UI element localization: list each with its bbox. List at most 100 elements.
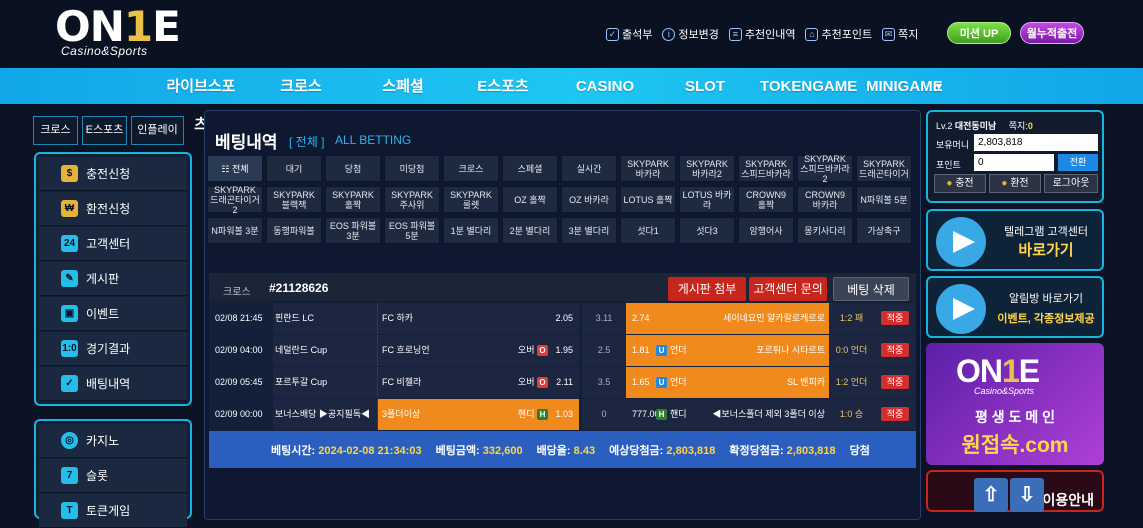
bet-filter-tab[interactable]: 대기: [266, 155, 322, 182]
message-link[interactable]: ✉ 쪽지: [882, 26, 918, 42]
domain-ad-banner[interactable]: ON1E Casino&Sports 평 생 도 메 인 원접속.com: [926, 343, 1104, 465]
left-tab-esports[interactable]: E스포츠: [82, 116, 127, 145]
user-panel: Lv.2 대전동미남 쪽지:0 보유머니 포인트 전환 ● 충전 ● 환전 로그…: [926, 110, 1104, 203]
support-inquiry-button[interactable]: 고객센터 문의: [749, 277, 827, 301]
convert-button[interactable]: 전환: [1058, 154, 1098, 171]
filter-all-label[interactable]: [ 전체 ]: [289, 133, 324, 150]
home-team: FC 하카: [382, 313, 414, 323]
bet-filter-tab[interactable]: 섯다3: [679, 217, 735, 244]
home-market: 오버 O: [518, 335, 551, 366]
attendance-link[interactable]: ✓ 출석부: [606, 26, 652, 42]
monthly-attendance-button[interactable]: 월누적출전: [1020, 22, 1084, 44]
match-score: 1:2 언더: [829, 367, 874, 398]
nav-minigame[interactable]: MINIGAME: [866, 68, 943, 104]
attendance-label: 출석부: [622, 29, 653, 41]
menu-bet-history-label: 배팅내역: [86, 377, 131, 391]
telegram-support-banner[interactable]: 텔레그램 고객센터 바로가기: [926, 209, 1104, 271]
bet-filter-tab[interactable]: SKYPARK 드래곤타이거: [856, 155, 912, 182]
bet-filter-tab[interactable]: EOS 파워볼 5분: [384, 217, 440, 244]
menu-bet-history[interactable]: ✓ 배팅내역: [39, 367, 187, 401]
bet-filter-tab[interactable]: N파워볼 3분: [207, 217, 263, 244]
bet-filter-tab[interactable]: CROWN9 홀짝: [738, 186, 794, 213]
all-betting-label: ALL BETTING: [335, 133, 412, 147]
bet-filter-tab[interactable]: SKYPARK 스피드바카라2: [797, 154, 853, 184]
support-icon: 24: [61, 235, 78, 252]
nav-live-sports[interactable]: 라이브스포츠: [160, 68, 242, 133]
mission-up-button[interactable]: 미션 UP: [947, 22, 1011, 44]
bet-filter-tab[interactable]: 동행파워볼: [266, 217, 322, 244]
bet-filter-tab[interactable]: 암행어사: [738, 217, 794, 244]
bet-filter-tab[interactable]: 스페셜: [502, 155, 558, 182]
league-name: 포르투갈 Cup: [273, 367, 377, 398]
bet-filter-tab[interactable]: SKYPARK 룰렛: [443, 186, 499, 213]
bet-filter-tab[interactable]: ☷ 전체: [207, 155, 263, 182]
bet-filter-tab[interactable]: 섯다1: [620, 217, 676, 244]
bet-filter-tab[interactable]: N파워볼 5분: [856, 186, 912, 213]
user-msg-count[interactable]: 0: [1028, 121, 1033, 131]
exchange-button[interactable]: ● 환전: [989, 174, 1041, 193]
bet-filter-tab[interactable]: SKYPARK 드래곤타이거2: [207, 185, 263, 215]
delete-bet-button[interactable]: 베팅 삭제: [833, 277, 909, 301]
away-market: U 언더: [656, 367, 687, 398]
bet-filter-tab[interactable]: 미당첨: [384, 155, 440, 182]
nav-special[interactable]: 스페셜: [372, 68, 434, 104]
chevron-down-icon[interactable]: ▼: [932, 68, 946, 104]
menu-support[interactable]: 24 고객센터: [39, 227, 187, 261]
menu-slot[interactable]: 7 슬롯: [39, 459, 187, 493]
bet-filter-tab[interactable]: SKYPARK 바카라: [620, 155, 676, 182]
bet-filter-tab[interactable]: EOS 파워볼 3분: [325, 217, 381, 244]
bet-filter-tab[interactable]: 당첨: [325, 155, 381, 182]
bet-filter-tab[interactable]: SKYPARK 주사위: [384, 186, 440, 213]
status-badge: 적중: [881, 311, 909, 325]
logout-button[interactable]: 로그아웃: [1044, 174, 1098, 193]
money-field: [974, 134, 1098, 151]
bet-filter-tab[interactable]: OZ 바카라: [561, 186, 617, 213]
bet-filter-tab[interactable]: LOTUS 홀짝: [620, 186, 676, 213]
scoreboard-icon: 1:0: [61, 340, 78, 357]
nav-casino[interactable]: CASINO: [572, 68, 638, 104]
menu-board[interactable]: ✎ 게시판: [39, 262, 187, 296]
bet-filter-tab[interactable]: SKYPARK 스피드바카라: [738, 155, 794, 182]
menu-token[interactable]: T 토큰게임: [39, 494, 187, 528]
attach-board-button[interactable]: 게시판 첨부: [668, 277, 746, 301]
nav-esports[interactable]: E스포츠: [470, 68, 536, 104]
bet-filter-tab[interactable]: SKYPARK 홀짝: [325, 186, 381, 213]
bet-filter-tab[interactable]: SKYPARK 바카라2: [679, 155, 735, 182]
telegram-notice-banner[interactable]: 알림방 바로가기 이벤트, 각종정보제공: [926, 276, 1104, 338]
bet-filter-tab[interactable]: 실시간: [561, 155, 617, 182]
nav-slot[interactable]: SLOT: [680, 68, 730, 104]
menu-results[interactable]: 1:0 경기결과: [39, 332, 187, 366]
bet-filter-tab[interactable]: 몽키사다리: [797, 217, 853, 244]
match-score: 1:2 패: [829, 303, 874, 334]
left-tab-cross[interactable]: 크로스: [33, 116, 78, 145]
scroll-down-icon[interactable]: ⇩: [1010, 478, 1044, 512]
left-tabs: 크로스 E스포츠 인플레이: [33, 116, 184, 145]
away-pick: 1.81 U 언더 포르튀나 시타르트: [626, 335, 829, 366]
bet-filter-tab[interactable]: LOTUS 바카라: [679, 186, 735, 213]
bet-filter-tab[interactable]: 3분 별다리: [561, 217, 617, 244]
nav-cross[interactable]: 크로스: [270, 68, 332, 104]
bet-filter-tab[interactable]: SKYPARK 블랙잭: [266, 186, 322, 213]
left-tab-inplay[interactable]: 인플레이: [131, 116, 184, 145]
nav-tokengame[interactable]: TOKENGAME: [760, 68, 857, 104]
profile-edit-link[interactable]: i 정보변경: [662, 26, 719, 42]
menu-withdraw[interactable]: ₩ 환전신청: [39, 192, 187, 226]
logo[interactable]: ON1E Casino&Sports: [55, 6, 181, 62]
bet-filter-tab[interactable]: 크로스: [443, 155, 499, 182]
menu-casino[interactable]: ◎ 카지노: [39, 424, 187, 458]
menu-deposit[interactable]: $ 충전신청: [39, 157, 187, 191]
bet-filter-tab[interactable]: OZ 홀짝: [502, 186, 558, 213]
bet-filter-tab[interactable]: 가상축구: [856, 217, 912, 244]
menu-event[interactable]: ▣ 이벤트: [39, 297, 187, 331]
home-pick: 3폴더이상 핸디 H 1.03: [377, 399, 579, 430]
referral-list-link[interactable]: ≡ 추천인내역: [728, 26, 795, 42]
user-name: 대전동미남: [954, 121, 997, 131]
scroll-up-icon[interactable]: ⇧: [974, 478, 1008, 512]
bet-filter-tab[interactable]: 1분 별다리: [443, 217, 499, 244]
referral-point-link[interactable]: ⌂ 추천포인트: [805, 26, 872, 42]
charge-button[interactable]: ● 충전: [934, 174, 986, 193]
point-label: 포인트: [936, 160, 961, 170]
bet-filter-tab[interactable]: CROWN9 바카라: [797, 186, 853, 213]
point-field[interactable]: [974, 154, 1054, 171]
bet-filter-tab[interactable]: 2분 별다리: [502, 217, 558, 244]
